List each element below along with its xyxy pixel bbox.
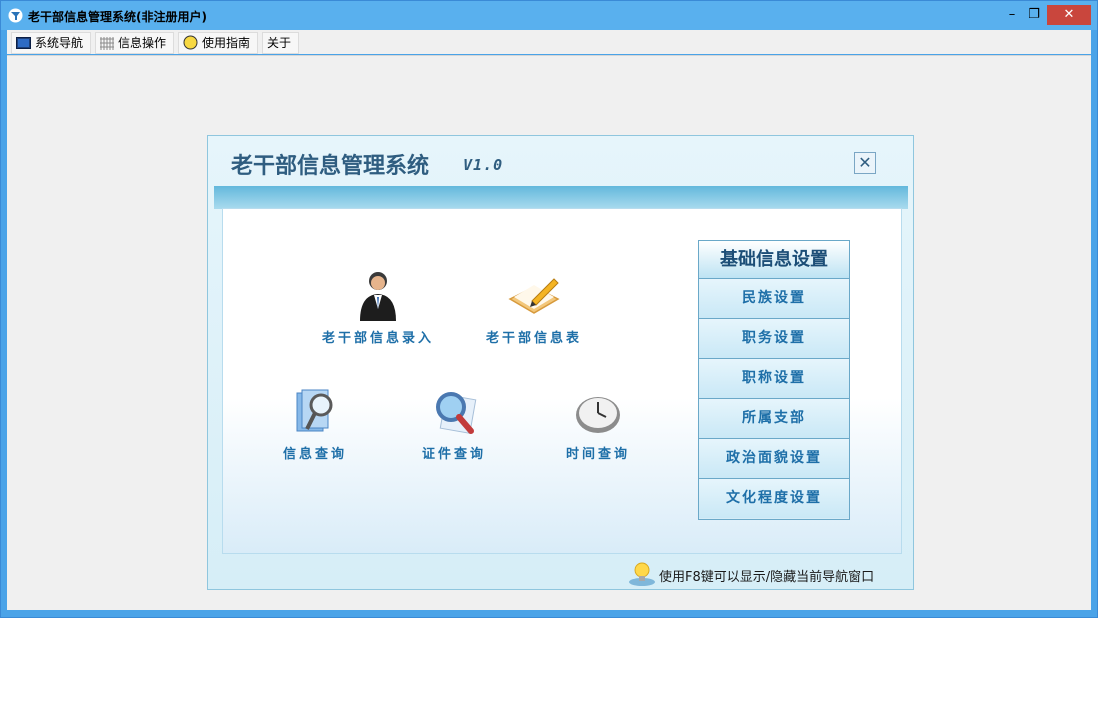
education-level-settings-button[interactable]: 文化程度设置 [699,479,849,518]
menu-about[interactable]: 关于 [262,32,300,54]
navigation-panel: 老干部信息管理系统 V1.0 ✕ 老干部信息录入 老干部信息表 信息查询 证件查… [207,135,914,590]
person-icon [360,272,396,321]
minimize-button[interactable]: – [1001,5,1023,25]
nav-label: 老干部信息表 [485,331,582,346]
restore-button[interactable]: ❐ [1023,5,1045,25]
panel-banner [214,186,908,209]
branch-button[interactable]: 所属支部 [699,399,849,439]
nav-cadre-info-table[interactable]: 老干部信息表 [469,269,599,346]
menu-system-nav[interactable]: 系统导航 [11,32,92,54]
political-status-settings-button[interactable]: 政治面貌设置 [699,439,849,479]
basic-info-settings: 基础信息设置 民族设置 职务设置 职称设置 所属支部 政治面貌设置 文化程度设置 [698,240,850,520]
tip-text: 使用F8键可以显示/隐藏当前导航窗口 [659,570,875,585]
nav-cadre-info-entry[interactable]: 老干部信息录入 [313,269,443,346]
monitor-icon [16,37,31,49]
menu-bar: 系统导航 信息操作 使用指南 关于 [7,30,1091,54]
clock-icon [576,397,620,433]
close-window-button[interactable]: ✕ [1047,5,1091,25]
help-bulb-icon [183,35,198,50]
window-title: 老干部信息管理系统(非注册用户) [28,10,207,24]
menu-info-operation[interactable]: 信息操作 [95,32,175,54]
nav-certificate-query[interactable]: 证件查询 [389,389,519,462]
magnifier-icon [436,392,477,434]
lightbulb-icon [629,562,655,586]
menu-label: 关于 [267,36,292,50]
nav-label: 证件查询 [421,447,486,462]
menu-label: 使用指南 [202,36,251,50]
menu-divider [7,55,1091,58]
nav-label: 时间查询 [565,447,630,462]
nav-info-query[interactable]: 信息查询 [250,389,380,462]
menu-label: 信息操作 [118,36,167,50]
settings-header: 基础信息设置 [699,241,849,279]
nav-label: 老干部信息录入 [321,331,434,346]
panel-content: 老干部信息录入 老干部信息表 信息查询 证件查询 时间查询 基础信息设置 民族设… [222,208,902,554]
position-settings-button[interactable]: 职务设置 [699,319,849,359]
title-settings-button[interactable]: 职称设置 [699,359,849,399]
document-magnifier-icon [296,389,333,432]
notebook-pencil-icon [508,278,560,314]
panel-version: V1.0 [463,156,504,174]
menu-label: 系统导航 [35,36,84,50]
nav-time-query[interactable]: 时间查询 [533,389,663,462]
app-icon [8,8,23,23]
panel-close-button[interactable]: ✕ [854,152,876,174]
title-bar[interactable]: 老干部信息管理系统(非注册用户) – ❐ ✕ [1,1,1097,30]
ethnicity-settings-button[interactable]: 民族设置 [699,279,849,319]
grid-icon [100,37,114,50]
nav-label: 信息查询 [282,447,347,462]
menu-user-guide[interactable]: 使用指南 [178,32,259,54]
panel-title: 老干部信息管理系统 [231,154,430,179]
f8-tip: 使用F8键可以显示/隐藏当前导航窗口 [628,561,874,587]
